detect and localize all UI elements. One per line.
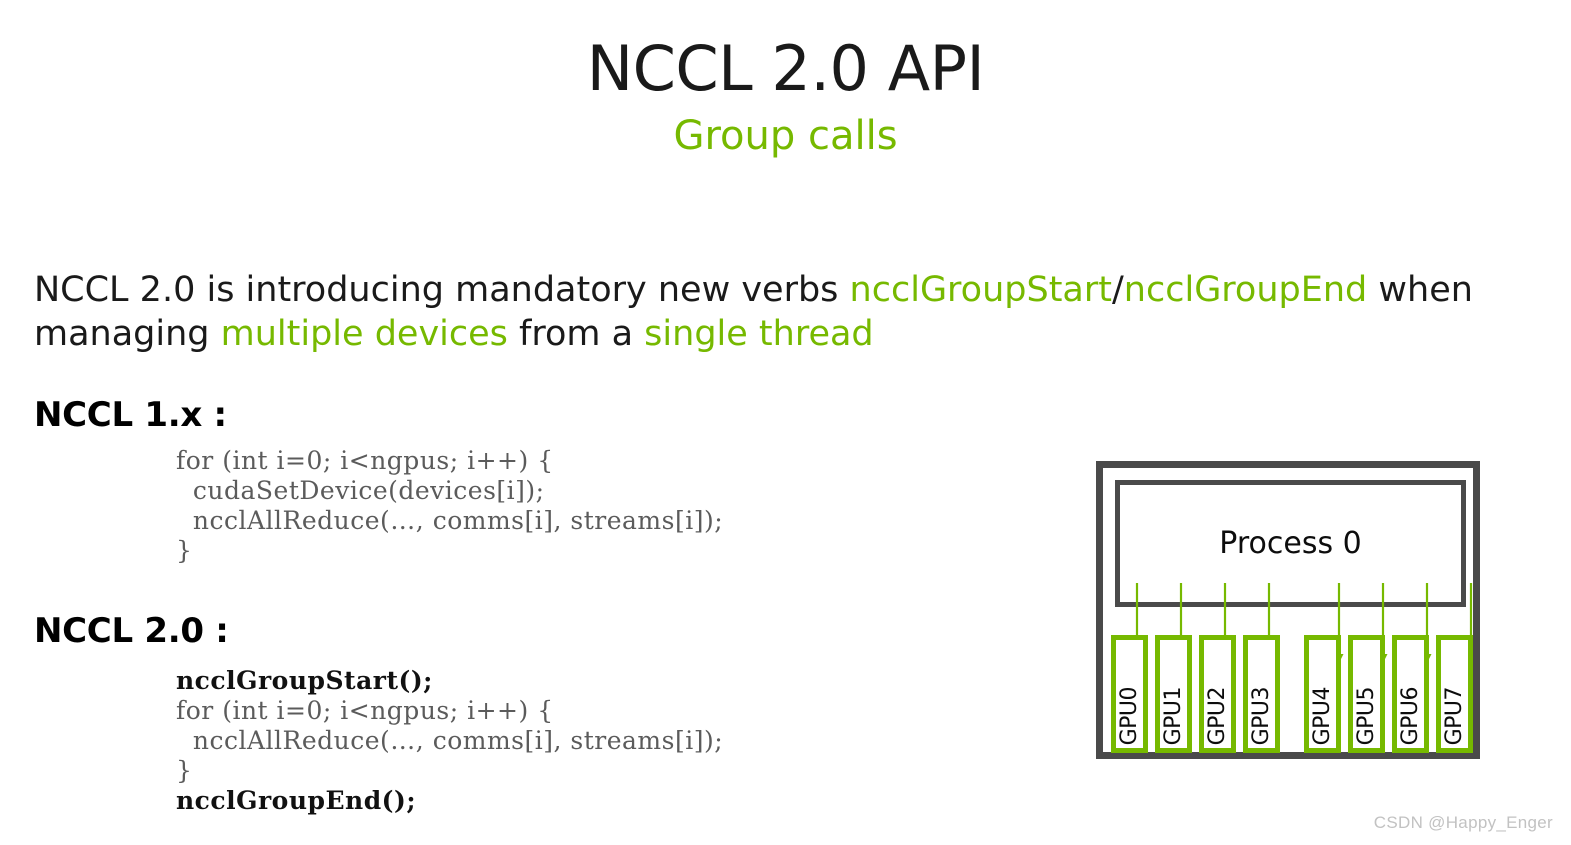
gpu-label: GPU1 xyxy=(1161,686,1186,745)
gpu-group-a: GPU0 GPU1 GPU2 GPU3 xyxy=(1111,635,1280,753)
section-heading-nccl2: NCCL 2.0 : xyxy=(34,611,229,651)
intro-verb-group-start: ncclGroupStart xyxy=(849,270,1112,310)
gpu-box[interactable]: GPU5 xyxy=(1348,635,1385,753)
code-line-group-end: ncclGroupEnd(); xyxy=(176,786,417,815)
code-line: for (int i=0; i<ngpus; i++) { xyxy=(176,446,554,475)
gpu-box[interactable]: GPU6 xyxy=(1392,635,1429,753)
page-subtitle: Group calls xyxy=(673,113,898,159)
code-line: ncclAllReduce(…, comms[i], streams[i]); xyxy=(176,726,724,755)
watermark: CSDN @Happy_Enger xyxy=(1373,813,1553,832)
gpu-label: GPU4 xyxy=(1310,686,1335,745)
gpu-group-b: GPU4 GPU5 GPU6 GPU7 xyxy=(1304,635,1473,753)
code-line: for (int i=0; i<ngpus; i++) { xyxy=(176,696,554,725)
code-line-group-start: ncclGroupStart(); xyxy=(176,666,433,695)
gpu-label: GPU3 xyxy=(1249,686,1274,745)
gpu-box[interactable]: GPU7 xyxy=(1436,635,1473,753)
gpu-label: GPU2 xyxy=(1205,686,1230,745)
gpu-label: GPU6 xyxy=(1398,686,1423,745)
gpu-strip: GPU0 GPU1 GPU2 GPU3 GPU4 GPU5 GPU6 GPU7 xyxy=(1111,635,1473,753)
gpu-box[interactable]: GPU0 xyxy=(1111,635,1148,753)
gpu-box[interactable]: GPU3 xyxy=(1243,635,1280,753)
title-block: NCCL 2.0 API Group calls xyxy=(0,34,1571,160)
process-label: Process 0 xyxy=(1219,526,1362,561)
gpu-box[interactable]: GPU2 xyxy=(1199,635,1236,753)
intro-phrase-single-thread: single thread xyxy=(644,314,874,354)
code-line: ncclAllReduce(…, comms[i], streams[i]); xyxy=(176,506,724,535)
code-line: } xyxy=(176,756,193,785)
intro-verb-group-end: ncclGroupEnd xyxy=(1123,270,1368,310)
code-block-nccl1: for (int i=0; i<ngpus; i++) { cudaSetDev… xyxy=(176,446,723,566)
intro-separator-slash: / xyxy=(1112,270,1124,310)
page-title: NCCL 2.0 API xyxy=(586,32,985,105)
section-heading-nccl1: NCCL 1.x : xyxy=(34,395,227,435)
gpu-box[interactable]: GPU4 xyxy=(1304,635,1341,753)
intro-phrase-multiple-devices: multiple devices xyxy=(220,314,508,354)
code-block-nccl2: ncclGroupStart(); for (int i=0; i<ngpus; … xyxy=(176,666,723,816)
gpu-label: GPU5 xyxy=(1354,686,1379,745)
gpu-label: GPU7 xyxy=(1442,686,1467,745)
process-gpu-diagram: Process 0 GPU0 GPU1 GPU2 GPU3 GPU4 GPU5 … xyxy=(1096,461,1480,759)
intro-segment-3: from a xyxy=(507,314,645,354)
code-line: } xyxy=(176,536,193,565)
intro-paragraph: NCCL 2.0 is introducing mandatory new ve… xyxy=(34,268,1514,356)
gpu-label: GPU0 xyxy=(1117,686,1142,745)
process-box: Process 0 xyxy=(1115,480,1466,607)
gpu-box[interactable]: GPU1 xyxy=(1155,635,1192,753)
code-line: cudaSetDevice(devices[i]); xyxy=(176,476,545,505)
intro-segment-1: NCCL 2.0 is introducing mandatory new ve… xyxy=(34,270,850,310)
